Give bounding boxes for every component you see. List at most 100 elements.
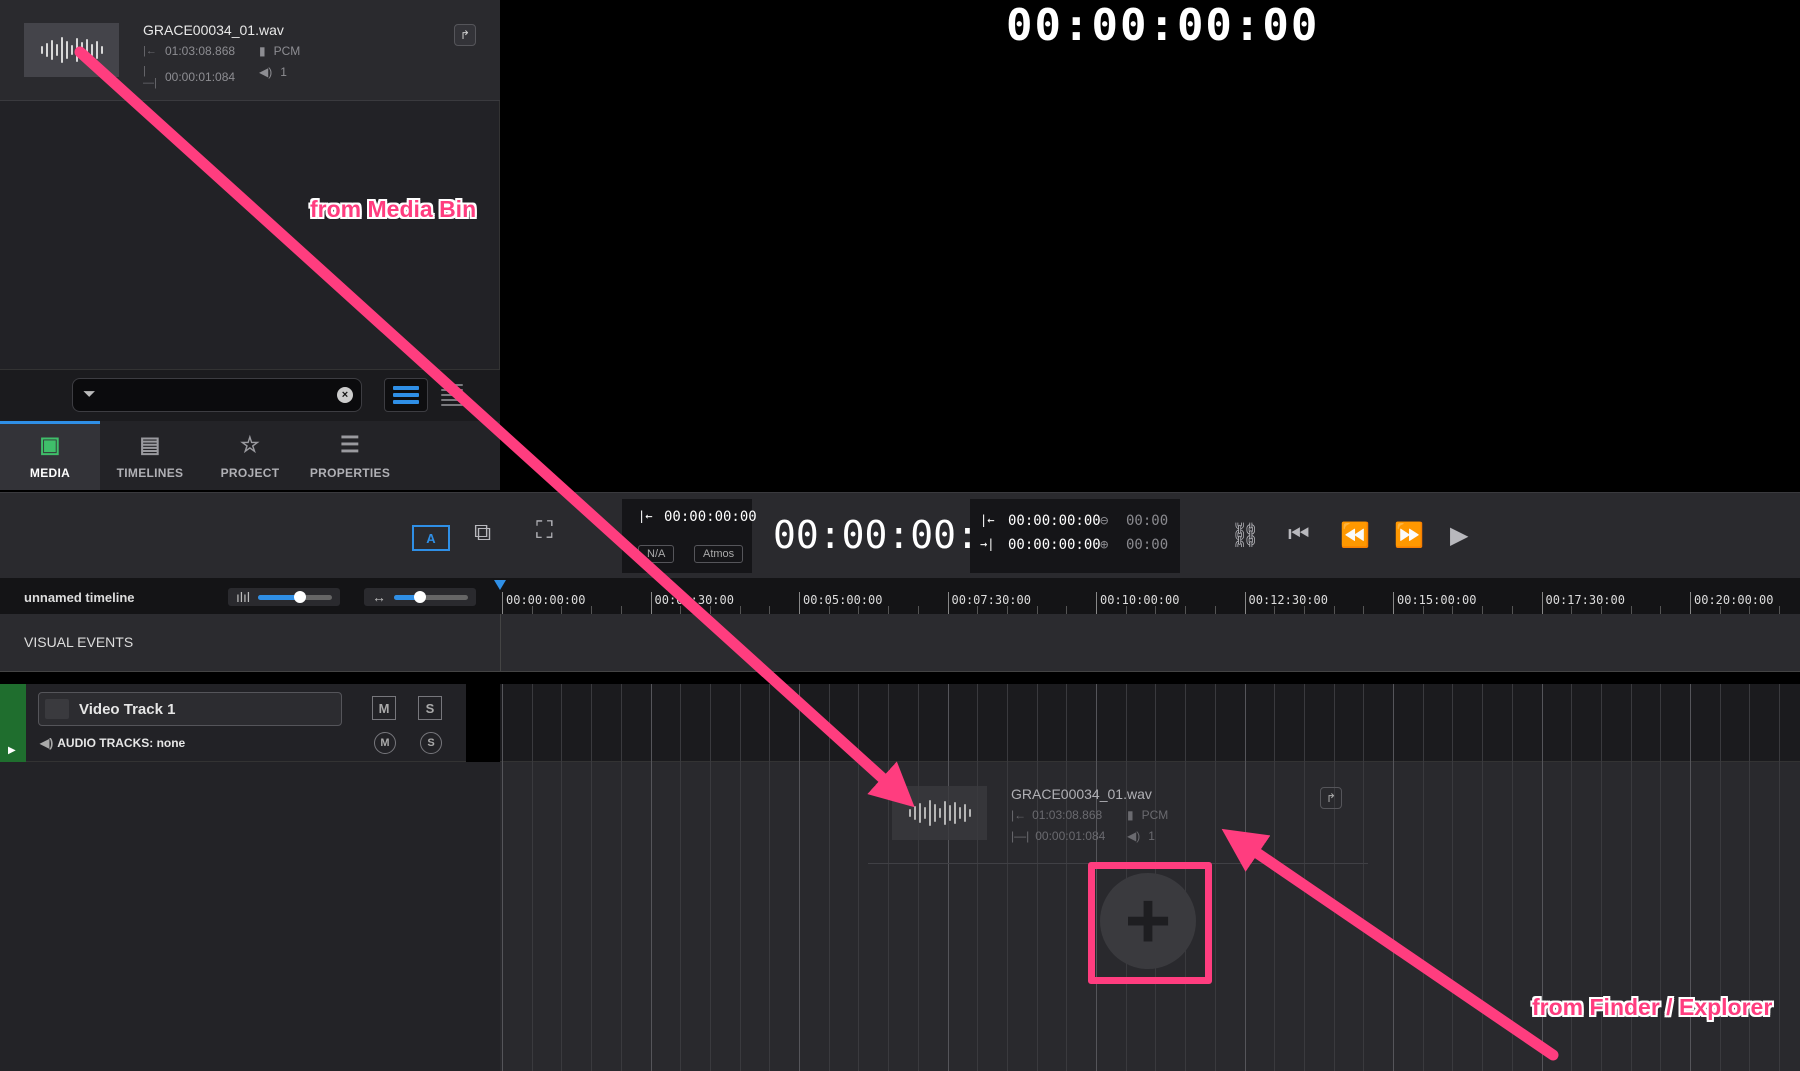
in-marker-icon: |← <box>638 509 653 523</box>
horizontal-zoom-slider[interactable] <box>394 590 468 603</box>
tab-timelines[interactable]: ▤ TIMELINES <box>100 421 200 490</box>
grid-line <box>1571 684 1573 762</box>
grid-line <box>1393 684 1394 762</box>
ruler-minor-tick <box>561 606 563 614</box>
document-star-icon: ☆ <box>239 432 261 457</box>
grid-line <box>739 684 741 762</box>
ruler-minor-tick <box>1363 606 1365 614</box>
tab-media[interactable]: ▣ MEDIA <box>0 421 100 490</box>
audio-mode-button[interactable]: A <box>412 525 450 551</box>
drop-format-row: ▮ PCM <box>1127 808 1168 822</box>
grid-line <box>1749 684 1751 762</box>
vertical-zoom-control[interactable]: ılıl <box>228 588 340 606</box>
start-marker-icon: |← <box>143 45 157 57</box>
grid-line <box>1511 762 1513 1071</box>
link-icon[interactable]: ⛓ <box>1230 521 1260 550</box>
drop-start-row: |← 01:03:08.868 <box>1011 808 1102 822</box>
grid-line <box>828 684 830 762</box>
ruler-minor-tick <box>739 606 741 614</box>
grid-line <box>739 762 741 1071</box>
video-track-lane[interactable] <box>500 684 1800 762</box>
track-color-flag[interactable]: ▶ <box>0 684 26 762</box>
ruler-minor-tick <box>1185 606 1187 614</box>
ruler-tick <box>1393 592 1394 614</box>
ruler-minor-tick <box>620 606 622 614</box>
list-view-button[interactable] <box>384 378 428 412</box>
list-view-icon <box>393 386 419 404</box>
grid-line <box>1125 684 1127 762</box>
visual-events-row: VISUAL EVENTS <box>0 614 1800 672</box>
tab-properties[interactable]: ☰ PROPERTIES <box>300 421 400 490</box>
ruler-minor-tick <box>1214 606 1216 614</box>
in-out-box: |← 00:00:00:00 →| 00:00:00:00 ⊖ 00:00 ⊕ … <box>970 499 1180 573</box>
timeline-ruler[interactable]: 00:00:00:00 00:02:30:00 00:05:00:00 00:07:3… <box>500 578 1800 614</box>
expand-triangle-icon[interactable]: ▶ <box>8 745 16 756</box>
horizontal-zoom-control[interactable]: ↔ <box>364 588 476 606</box>
ruler-label: 00:15:00:00 <box>1397 593 1477 607</box>
start-timecode-row: |← 01:03:08.868 <box>143 44 235 58</box>
play-icon[interactable]: ▶ <box>1450 521 1468 550</box>
duration-row: |—| 00:00:01:084 <box>143 65 235 89</box>
grid-line <box>1600 684 1602 762</box>
grid-line <box>561 684 563 762</box>
vertical-zoom-slider[interactable] <box>258 590 332 603</box>
channels-value: 1 <box>280 65 287 79</box>
ruler-minor-tick <box>1600 606 1602 614</box>
ruler-minor-tick <box>917 606 919 614</box>
format-row: ▮ PCM <box>259 44 300 58</box>
plus-icon[interactable]: ⊕ <box>1100 537 1108 553</box>
grid-line <box>769 684 771 762</box>
ruler-minor-tick <box>1719 606 1721 614</box>
grid-line <box>1630 684 1632 762</box>
ruler-label: 00:12:30:00 <box>1248 593 1328 607</box>
skip-to-start-icon[interactable]: ⏮ <box>1288 521 1310 549</box>
annotation-from-media-bin: from Media Bin <box>310 196 477 222</box>
ruler-label: 00:02:30:00 <box>654 593 734 607</box>
audio-mute-button[interactable]: M <box>374 732 396 754</box>
ruler-minor-tick <box>1482 606 1484 614</box>
clear-search-icon[interactable]: × <box>337 387 353 403</box>
tab-project[interactable]: ☆ PROJECT <box>200 421 300 490</box>
waveform-thumbnail[interactable] <box>24 23 119 77</box>
grid-line <box>1779 684 1781 762</box>
atmos-chip[interactable]: Atmos <box>694 545 744 563</box>
audio-solo-button[interactable]: S <box>420 732 442 754</box>
search-input[interactable] <box>107 384 327 406</box>
search-box[interactable]: ⏷ × <box>72 378 362 412</box>
rewind-icon[interactable]: ⏪ <box>1340 521 1370 550</box>
video-mute-button[interactable]: M <box>372 696 396 720</box>
media-bin-panel: GRACE00034_01.wav |← 01:03:08.868 |—| 00… <box>0 0 500 490</box>
ruler-minor-tick <box>1006 606 1008 614</box>
track-spacer <box>466 684 500 762</box>
reveal-file-button[interactable]: ↱ <box>454 24 476 46</box>
fast-forward-icon[interactable]: ⏩ <box>1394 521 1424 550</box>
fullscreen-icon[interactable]: ⛶ <box>536 517 553 545</box>
tab-label: MEDIA <box>29 466 71 480</box>
track-name-field[interactable]: Video Track 1 <box>38 692 342 726</box>
grid-line <box>1066 684 1068 762</box>
ruler-minor-tick <box>1274 606 1276 614</box>
drop-duration: 00:00:01:084 <box>1035 829 1106 843</box>
video-track-header: ▶ Video Track 1 ◀) AUDIO TRACKS: none M S… <box>0 684 500 762</box>
grid-line <box>1452 762 1454 1071</box>
video-solo-button[interactable]: S <box>418 696 442 720</box>
grid-line <box>977 684 979 762</box>
grid-line <box>680 684 682 762</box>
minus-icon[interactable]: ⊖ <box>1100 513 1108 529</box>
compact-list-view-button[interactable] <box>430 378 474 412</box>
grid-line <box>769 762 771 1071</box>
transport-bar: A ⧉ ⛶ |← 00:00:00:00 N/A Atmos 00:00:00:… <box>0 492 1800 578</box>
ruler-minor-tick <box>769 606 771 614</box>
grid-line <box>858 762 860 1071</box>
ruler-label: 00:20:00:00 <box>1694 593 1774 607</box>
media-item[interactable]: GRACE00034_01.wav |← 01:03:08.868 |—| 00… <box>0 0 500 101</box>
grid-line <box>502 762 503 1071</box>
grid-line <box>650 684 652 762</box>
grid-line <box>1482 762 1484 1071</box>
playhead-marker[interactable] <box>494 580 506 590</box>
out-point: 00:00:00:00 <box>1008 537 1101 553</box>
track-swatch <box>45 699 69 719</box>
speaker-icon: ◀) <box>1127 829 1141 843</box>
audio-tracks-label: ◀) AUDIO TRACKS: none <box>40 736 185 750</box>
picture-in-picture-icon[interactable]: ⧉ <box>474 519 491 547</box>
